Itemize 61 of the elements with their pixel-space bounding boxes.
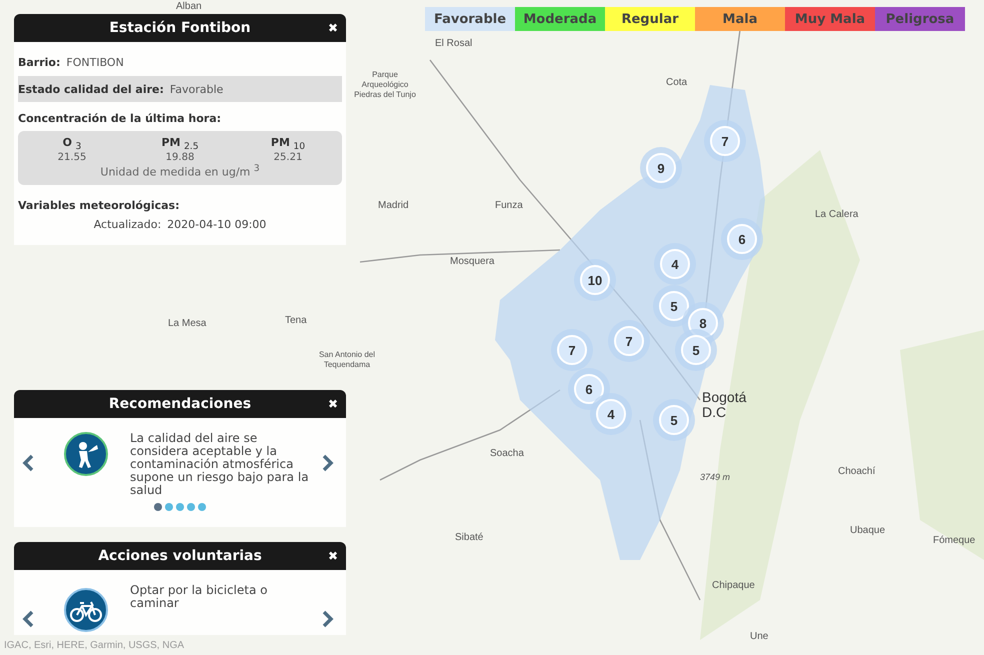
place-label: 3749 m	[700, 472, 730, 482]
pollutant-name: PM $_{10}$	[270, 136, 306, 152]
updated-value: 2020-04-10 09:00	[167, 218, 266, 231]
legend-item: Moderada	[515, 7, 605, 31]
hiker-icon	[64, 432, 108, 476]
pager-dot[interactable]	[187, 503, 195, 511]
place-label: Cota	[666, 77, 688, 88]
section-title: Variables meteorológicas:	[18, 198, 180, 212]
legend-item: Regular	[605, 7, 695, 31]
place-label: Sibaté	[455, 532, 484, 543]
place-label: San Antonio del Tequendama	[318, 350, 376, 370]
place-label: Chipaque	[712, 580, 755, 591]
panel-title: Recomendaciones	[108, 396, 252, 412]
close-button[interactable]: ✖	[328, 21, 338, 35]
legend-item: Peligrosa	[875, 7, 965, 31]
place-label: Soacha	[490, 448, 524, 459]
place-label: Alban	[176, 1, 202, 12]
next-arrow-icon[interactable]	[322, 610, 334, 628]
place-label: Funza	[495, 200, 523, 211]
attribution-text: IGAC, Esri, HERE, Garmin, USGS, NGA	[4, 640, 184, 651]
pollutant-value: 25.21	[274, 152, 302, 164]
pager-dot[interactable]	[176, 503, 184, 511]
place-label: El Rosal	[435, 38, 472, 49]
place-label: Une	[750, 631, 768, 642]
place-label: Fómeque	[933, 535, 976, 546]
place-label: Choachí	[838, 466, 876, 477]
pollutant-value: 21.55	[58, 152, 86, 164]
pager-dot[interactable]	[198, 503, 206, 511]
place-label: Ubaque	[850, 525, 886, 536]
panel-title: Acciones voluntarias	[98, 548, 262, 564]
previous-arrow-icon[interactable]	[22, 454, 34, 472]
field-value: Favorable	[170, 82, 224, 96]
pollutant-name: PM $_{2.5}$	[161, 136, 199, 152]
close-button[interactable]: ✖	[328, 549, 338, 563]
legend-item: Muy Mala	[785, 7, 875, 31]
previous-arrow-icon[interactable]	[22, 610, 34, 628]
pager-dot[interactable]	[154, 503, 162, 511]
place-label: Bogotá D.C	[702, 390, 748, 420]
panel-title: Estación Fontibon	[109, 20, 251, 36]
recommendation-text: Optar por la bicicleta o caminar	[130, 584, 268, 610]
recommendation-text: La calidad del aire se considera aceptable y la contaminación atmosférica supone un riesgo bajo para la salud	[130, 432, 310, 497]
place-label: Madrid	[378, 200, 409, 211]
place-label: Mosquera	[450, 256, 494, 267]
unit-text: Unidad de medida en ug/m $^{3}$	[100, 163, 260, 179]
place-label: La Calera	[815, 209, 858, 220]
pollutant-name: O $_{3}$	[62, 136, 82, 152]
updated-label: Actualizado:	[94, 218, 162, 231]
pollutant-value: 19.88	[166, 152, 194, 164]
field-label: Estado calidad del aire:	[18, 82, 164, 96]
place-label: Parque Arqueológico Piedras del Tunjo	[353, 70, 417, 100]
legend-item: Favorable	[425, 7, 515, 31]
field-label: Barrio:	[18, 56, 60, 68]
place-label: La Mesa	[168, 318, 206, 329]
bicycle-icon	[64, 588, 108, 632]
field-value: FONTIBON	[66, 56, 124, 68]
place-label: Tena	[285, 315, 307, 326]
next-arrow-icon[interactable]	[322, 454, 334, 472]
section-title: Concentración de la última hora:	[18, 112, 222, 125]
close-button[interactable]: ✖	[328, 397, 338, 411]
pager-dot[interactable]	[165, 503, 173, 511]
legend-item: Mala	[695, 7, 785, 31]
